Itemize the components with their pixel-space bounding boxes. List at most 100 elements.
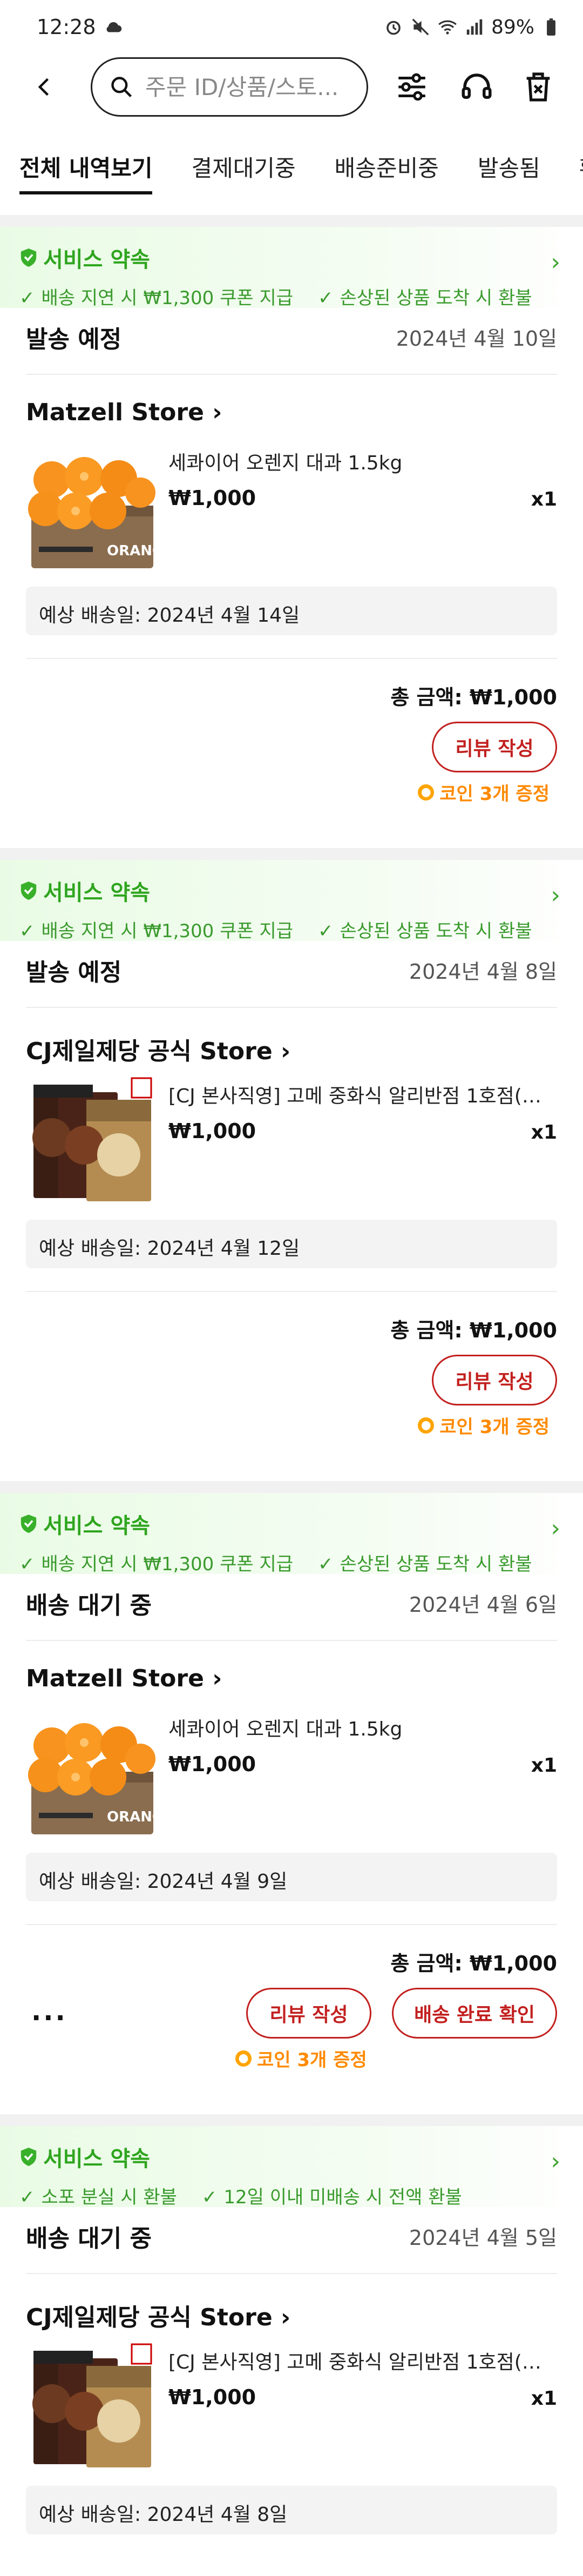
promise-item: ✓ 손상된 상품 도착 시 환불 (318, 1553, 532, 1575)
search-box[interactable] (91, 57, 368, 117)
promise-title: 서비스 약속 (43, 2147, 150, 2171)
mute-icon (412, 18, 429, 36)
order-status: 배송 대기 중 (26, 2225, 152, 2252)
estimated-delivery: 예상 배송일: 2024년 4월 9일 (26, 1853, 557, 1901)
delete-button[interactable] (517, 66, 559, 108)
noodle-pack-icon (31, 1077, 152, 1202)
product-item[interactable]: [CJ 본사직영] 고메 중화식 알리반점 1호점(총 3... ₩1,000 … (26, 2340, 557, 2486)
more-options-button[interactable]: ... (31, 1996, 67, 2027)
trash-icon (526, 72, 550, 102)
chevron-right-icon: › (551, 248, 560, 276)
divider (0, 848, 583, 860)
promise-item: ✓ 12일 이내 미배송 시 전액 환불 (201, 2187, 462, 2208)
shield-check-icon (21, 1515, 37, 1533)
order-card: 서비스 약속 ✓ 배송 지연 시 ₩1,300 쿠폰 지급 ✓ 손상된 상품 도착 … (0, 227, 583, 809)
divider (0, 2114, 583, 2126)
write-review-button[interactable]: 리뷰 작성 (432, 1355, 557, 1405)
order-footer: 총 금액: ₩1,000 리뷰 작성 ● 코인 3개 증정 (26, 658, 557, 809)
store-link[interactable]: Matzell Store › (26, 1641, 557, 1707)
shield-check-icon (21, 882, 37, 900)
product-price: ₩1,000 (168, 2385, 256, 2409)
product-qty: x1 (531, 1121, 557, 1144)
search-input[interactable] (145, 73, 350, 100)
chevron-right-icon: › (212, 399, 222, 426)
order-card: 서비스 약속 ✓ 배송 지연 시 ₩1,300 쿠폰 지급 ✓ 손상된 상품 도착 … (0, 860, 583, 1442)
tab-preparing[interactable]: 배송준비중 (335, 144, 439, 200)
service-promise[interactable]: 서비스 약속 ✓ 소포 분실 시 환불 ✓ 12일 이내 미배송 시 전액 환불 › (0, 2126, 583, 2208)
orange-box-icon (28, 457, 159, 568)
back-button[interactable] (27, 69, 63, 105)
order-footer: 총 금액: ₩1,000 리뷰 작성 ● 코인 3개 증정 (26, 1291, 557, 1442)
signal-icon (466, 19, 483, 35)
product-price: ₩1,000 (168, 1752, 256, 1776)
store-name: CJ제일제당 공식 Store (26, 1038, 273, 1065)
order-tabs: 전체 내역보기 결제대기중 배송준비중 발송됨 환 (0, 144, 583, 200)
promise-item: ✓ 소포 분실 시 환불 (19, 2187, 177, 2208)
order-total: 총 금액: ₩1,000 (390, 1952, 557, 1975)
product-item[interactable]: 세콰이어 오렌지 대과 1.5kg ₩1,000 x1 (26, 441, 557, 587)
store-name: Matzell Store (26, 399, 204, 426)
chevron-right-icon: › (551, 882, 560, 909)
coin-reward: ● 코인 3개 증정 (418, 779, 550, 805)
service-promise[interactable]: 서비스 약속 ✓ 배송 지연 시 ₩1,300 쿠폰 지급 ✓ 손상된 상품 도착 … (0, 1493, 583, 1575)
promise-title: 서비스 약속 (43, 1514, 150, 1538)
search-icon (111, 77, 132, 97)
product-name: 세콰이어 오렌지 대과 1.5kg (168, 1718, 403, 1740)
coin-icon: ● (418, 1417, 435, 1434)
confirm-delivery-button[interactable]: 배송 완료 확인 (392, 1988, 557, 2039)
battery-percent: 89% (491, 16, 534, 38)
tab-shipped[interactable]: 발송됨 (478, 144, 540, 200)
promise-title: 서비스 약속 (43, 247, 150, 272)
status-row: 배송 대기 중 2024년 4월 5일 (26, 2207, 557, 2274)
cloud-icon (106, 22, 121, 32)
promise-item: ✓ 배송 지연 시 ₩1,300 쿠폰 지급 (19, 920, 294, 942)
product-price: ₩1,000 (168, 486, 256, 510)
estimated-delivery: 예상 배송일: 2024년 4월 12일 (26, 1220, 557, 1268)
status-bar: 12:28 89% (0, 0, 583, 54)
order-card: 서비스 약속 ✓ 배송 지연 시 ₩1,300 쿠폰 지급 ✓ 손상된 상품 도착 … (0, 1493, 583, 2075)
order-total: 총 금액: ₩1,000 (390, 1319, 557, 1342)
divider (0, 215, 583, 227)
store-name: CJ제일제당 공식 Store (26, 2304, 273, 2331)
product-name: [CJ 본사직영] 고메 중화식 알리반점 1호점(총 3... (168, 2351, 557, 2373)
product-qty: x1 (531, 2387, 557, 2410)
service-promise[interactable]: 서비스 약속 ✓ 배송 지연 시 ₩1,300 쿠폰 지급 ✓ 손상된 상품 도착 … (0, 860, 583, 942)
alarm-icon (387, 21, 401, 35)
order-total: 총 금액: ₩1,000 (390, 685, 557, 709)
order-status: 발송 예정 (26, 959, 122, 986)
promise-title: 서비스 약속 (43, 880, 150, 905)
tab-refund[interactable]: 환 (579, 144, 583, 200)
chevron-right-icon: › (281, 2304, 291, 2331)
product-name: 세콰이어 오렌지 대과 1.5kg (168, 452, 403, 474)
write-review-button[interactable]: 리뷰 작성 (246, 1988, 371, 2039)
noodle-pack-icon (31, 2343, 152, 2469)
orange-box-icon (28, 1723, 159, 1834)
tab-all[interactable]: 전체 내역보기 (19, 144, 153, 200)
filter-button[interactable] (391, 66, 433, 108)
status-row: 발송 예정 2024년 4월 10일 (26, 308, 557, 375)
tab-awaiting-payment[interactable]: 결제대기중 (191, 144, 295, 200)
order-card: 서비스 약속 ✓ 소포 분실 시 환불 ✓ 12일 이내 미배송 시 전액 환불 ›… (0, 2126, 583, 2534)
store-link[interactable]: CJ제일제당 공식 Store › (26, 1008, 557, 1074)
sliders-icon (398, 73, 425, 101)
product-price: ₩1,000 (168, 1119, 256, 1143)
service-promise[interactable]: 서비스 약속 ✓ 배송 지연 시 ₩1,300 쿠폰 지급 ✓ 손상된 상품 도착 … (0, 227, 583, 309)
store-link[interactable]: Matzell Store › (26, 375, 557, 441)
product-item[interactable]: [CJ 본사직영] 고메 중화식 알리반점 1호점(총 3... ₩1,000 … (26, 1074, 557, 1220)
wifi-icon (438, 20, 457, 35)
support-button[interactable] (456, 66, 498, 108)
chevron-right-icon: › (212, 1665, 222, 1692)
order-date: 2024년 4월 10일 (396, 327, 557, 351)
product-item[interactable]: 세콰이어 오렌지 대과 1.5kg ₩1,000 x1 (26, 1707, 557, 1853)
product-qty: x1 (531, 488, 557, 510)
product-name: [CJ 본사직영] 고메 중화식 알리반점 1호점(총 3... (168, 1085, 557, 1107)
promise-item: ✓ 배송 지연 시 ₩1,300 쿠폰 지급 (19, 287, 294, 309)
headset-icon (462, 73, 492, 99)
product-qty: x1 (531, 1754, 557, 1777)
status-row: 발송 예정 2024년 4월 8일 (26, 941, 557, 1008)
store-link[interactable]: CJ제일제당 공식 Store › (26, 2274, 557, 2340)
write-review-button[interactable]: 리뷰 작성 (432, 722, 557, 772)
battery-icon (547, 18, 555, 36)
store-name: Matzell Store (26, 1665, 204, 1692)
estimated-delivery: 예상 배송일: 2024년 4월 8일 (26, 2486, 557, 2534)
